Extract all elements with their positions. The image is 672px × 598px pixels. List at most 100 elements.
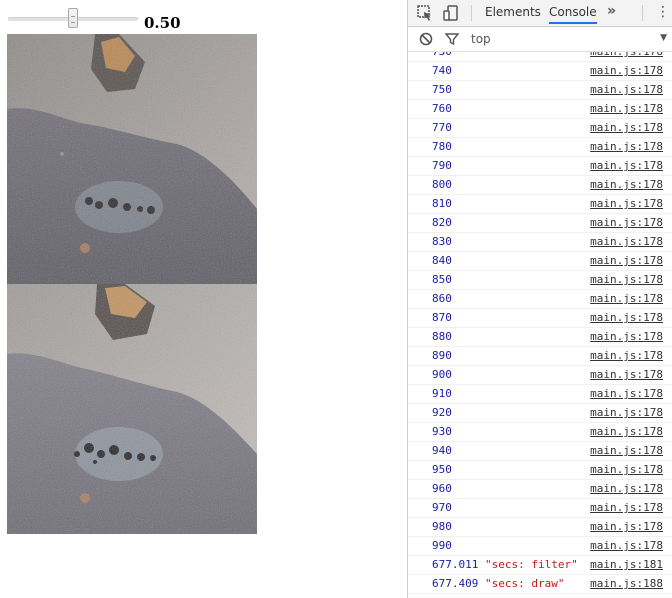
inspect-element-icon[interactable] xyxy=(416,4,434,22)
log-message: 900 xyxy=(432,368,452,381)
log-message: 990 xyxy=(432,539,452,552)
log-message: 840 xyxy=(432,254,452,267)
console-log-row: 990 main.js:178 xyxy=(408,537,672,556)
filtered-photo-svg xyxy=(7,284,257,534)
log-source-link[interactable]: main.js:178 xyxy=(590,52,663,61)
console-log-row: 950 main.js:178 xyxy=(408,461,672,480)
log-source-link[interactable]: main.js:178 xyxy=(590,290,663,308)
log-message: 780 xyxy=(432,140,452,153)
console-log-row: 870 main.js:178 xyxy=(408,309,672,328)
log-source-link[interactable]: main.js:178 xyxy=(590,518,663,536)
log-source-link[interactable]: main.js:178 xyxy=(590,347,663,365)
log-source-link[interactable]: main.js:178 xyxy=(590,537,663,555)
log-source-link[interactable]: main.js:178 xyxy=(590,233,663,251)
log-message: 677.011 "secs: filter" xyxy=(432,558,578,571)
log-message: 880 xyxy=(432,330,452,343)
log-message: 890 xyxy=(432,349,452,362)
log-source-link[interactable]: main.js:178 xyxy=(590,366,663,384)
log-source-link[interactable]: main.js:178 xyxy=(590,404,663,422)
console-log-row: 830 main.js:178 xyxy=(408,233,672,252)
toolbar-divider xyxy=(642,5,643,21)
devtools-toolbar: Elements Console » ⋮ xyxy=(408,0,672,27)
log-source-link[interactable]: main.js:178 xyxy=(590,328,663,346)
log-source-link[interactable]: main.js:178 xyxy=(590,442,663,460)
log-message: 860 xyxy=(432,292,452,305)
console-log-row: 677.011 "secs: filter" main.js:181 xyxy=(408,556,672,575)
log-source-link[interactable]: main.js:178 xyxy=(590,119,663,137)
log-message: 940 xyxy=(432,444,452,457)
console-log-row: 750 main.js:178 xyxy=(408,81,672,100)
original-photo-svg xyxy=(7,34,257,284)
log-message: 800 xyxy=(432,178,452,191)
log-message: 750 xyxy=(432,83,452,96)
log-message: 790 xyxy=(432,159,452,172)
console-log-row: 760 main.js:178 xyxy=(408,100,672,119)
log-message: 760 xyxy=(432,102,452,115)
filtered-photo xyxy=(7,284,257,534)
threshold-slider[interactable]: 0.50 xyxy=(8,8,208,32)
log-source-link[interactable]: main.js:178 xyxy=(590,461,663,479)
toolbar-divider xyxy=(471,5,472,21)
log-source-link[interactable]: main.js:178 xyxy=(590,252,663,270)
log-source-link[interactable]: main.js:178 xyxy=(590,499,663,517)
console-log-row: 840 main.js:178 xyxy=(408,252,672,271)
log-message: 677.409 "secs: draw" xyxy=(432,577,565,590)
console-log[interactable]: 730 main.js:178 740 main.js:178 750 main.js:1… xyxy=(408,52,672,598)
log-source-link[interactable]: main.js:178 xyxy=(590,62,663,80)
clear-console-icon[interactable] xyxy=(418,31,434,47)
console-log-row: 930 main.js:178 xyxy=(408,423,672,442)
log-source-link[interactable]: main.js:178 xyxy=(590,138,663,156)
console-log-row: 730 main.js:178 xyxy=(408,52,672,62)
tab-elements[interactable]: Elements xyxy=(485,5,541,19)
log-message: 810 xyxy=(432,197,452,210)
log-source-link[interactable]: main.js:178 xyxy=(590,195,663,213)
log-message: 770 xyxy=(432,121,452,134)
console-log-row: 810 main.js:178 xyxy=(408,195,672,214)
tab-console[interactable]: Console xyxy=(549,5,597,24)
log-message: 850 xyxy=(432,273,452,286)
console-log-row: 900 main.js:178 xyxy=(408,366,672,385)
device-toolbar-icon[interactable] xyxy=(442,4,460,22)
log-source-link[interactable]: main.js:178 xyxy=(590,176,663,194)
chevron-down-icon[interactable]: ▼ xyxy=(660,33,667,43)
log-message: 740 xyxy=(432,64,452,77)
console-log-row: 850 main.js:178 xyxy=(408,271,672,290)
more-tabs-button[interactable]: » xyxy=(607,3,616,19)
log-source-link[interactable]: main.js:188 xyxy=(590,575,663,593)
log-source-link[interactable]: main.js:178 xyxy=(590,81,663,99)
log-message: 950 xyxy=(432,463,452,476)
console-log-row: 800 main.js:178 xyxy=(408,176,672,195)
log-message: 980 xyxy=(432,520,452,533)
log-message: 910 xyxy=(432,387,452,400)
console-log-row: 780 main.js:178 xyxy=(408,138,672,157)
slider-value: 0.50 xyxy=(144,14,181,32)
filter-icon[interactable] xyxy=(444,31,460,47)
log-source-link[interactable]: main.js:181 xyxy=(590,556,663,574)
log-source-link[interactable]: main.js:178 xyxy=(590,271,663,289)
log-message: 730 xyxy=(432,52,452,61)
log-message: 920 xyxy=(432,406,452,419)
console-log-row: 880 main.js:178 xyxy=(408,328,672,347)
context-selector[interactable]: top xyxy=(471,32,491,46)
log-source-link[interactable]: main.js:178 xyxy=(590,100,663,118)
log-message: 930 xyxy=(432,425,452,438)
log-source-link[interactable]: main.js:178 xyxy=(590,385,663,403)
log-message: 870 xyxy=(432,311,452,324)
console-log-row: 790 main.js:178 xyxy=(408,157,672,176)
log-source-link[interactable]: main.js:178 xyxy=(590,214,663,232)
log-source-link[interactable]: main.js:178 xyxy=(590,480,663,498)
console-log-row: 860 main.js:178 xyxy=(408,290,672,309)
log-source-link[interactable]: main.js:178 xyxy=(590,157,663,175)
console-log-row: 940 main.js:178 xyxy=(408,442,672,461)
log-source-link[interactable]: main.js:178 xyxy=(590,309,663,327)
original-photo xyxy=(7,34,257,284)
log-message: 830 xyxy=(432,235,452,248)
console-log-row: 820 main.js:178 xyxy=(408,214,672,233)
log-message: 970 xyxy=(432,501,452,514)
console-log-row: 980 main.js:178 xyxy=(408,518,672,537)
slider-thumb[interactable] xyxy=(68,8,78,28)
kebab-menu-icon[interactable]: ⋮ xyxy=(656,4,670,20)
log-source-link[interactable]: main.js:178 xyxy=(590,423,663,441)
console-log-row: 740 main.js:178 xyxy=(408,62,672,81)
console-log-row: 677.409 "secs: draw" main.js:188 xyxy=(408,575,672,594)
